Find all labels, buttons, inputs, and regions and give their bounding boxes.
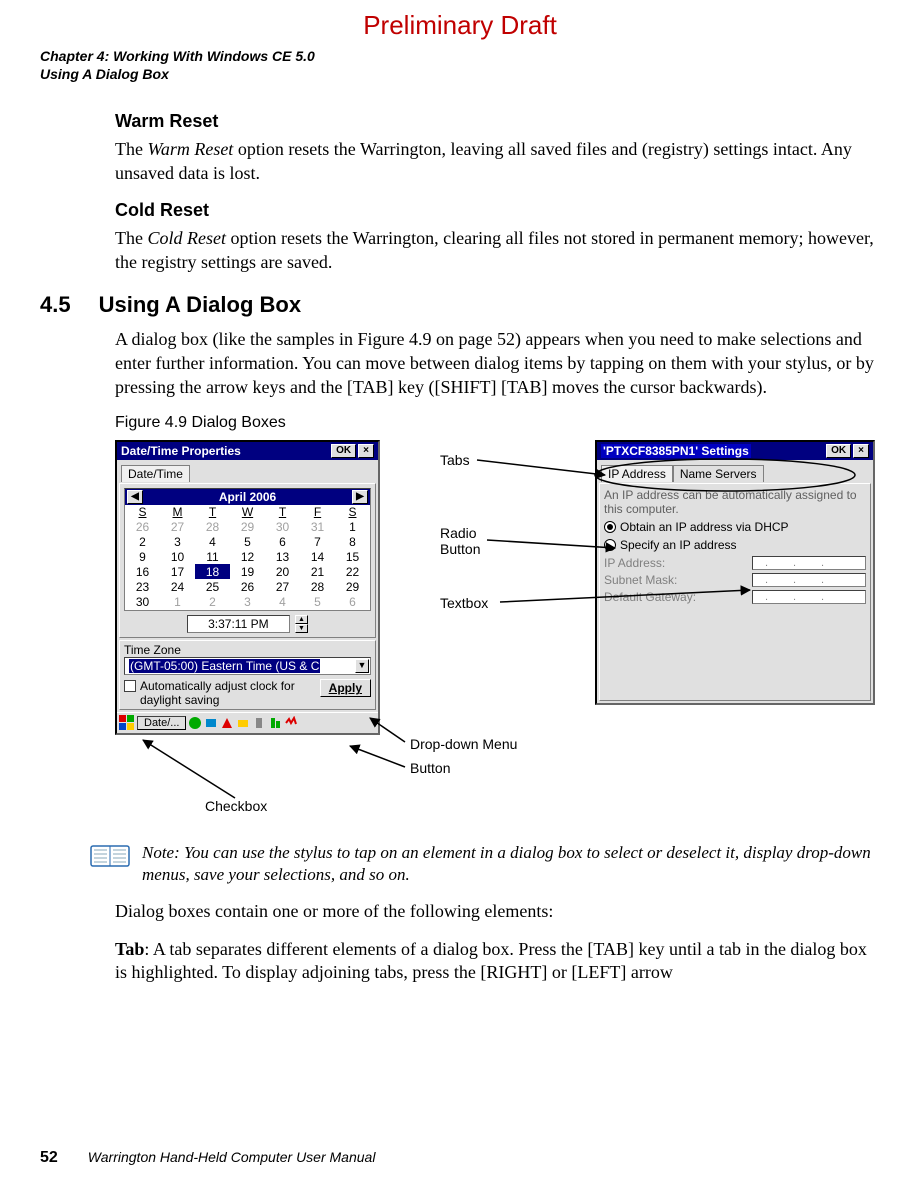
text: Note: xyxy=(142,843,184,862)
figure-4-9: Date/Time Properties OK × Date/Time ◀ Ap… xyxy=(95,440,880,830)
time-spinner[interactable]: ▲▼ xyxy=(295,615,308,633)
close-button[interactable]: × xyxy=(358,444,374,458)
ip-address-label: IP Address: xyxy=(604,556,665,570)
warm-reset-body: The Warm Reset option resets the Warring… xyxy=(115,138,880,186)
name-servers-tab[interactable]: Name Servers xyxy=(673,465,764,482)
tray-icon[interactable] xyxy=(236,716,250,730)
static-radio[interactable] xyxy=(604,539,616,551)
dst-label: Automatically adjust clock for daylight … xyxy=(140,679,316,707)
calendar-header: ◀ April 2006 ▶ xyxy=(125,489,370,505)
annot-button: Button xyxy=(410,760,450,776)
text: The xyxy=(115,139,147,159)
text: Radio Button xyxy=(440,525,480,557)
dropdown-arrow-icon[interactable]: ▼ xyxy=(355,659,369,673)
annot-dropdown: Drop-down Menu xyxy=(410,736,517,752)
tray-icon[interactable] xyxy=(268,716,282,730)
ok-button[interactable]: OK xyxy=(331,444,356,458)
prev-month-button[interactable]: ◀ xyxy=(127,490,143,504)
annot-textbox: Textbox xyxy=(440,595,488,611)
static-label: Specify an IP address xyxy=(620,538,737,552)
time-field[interactable]: 3:37:11 PM xyxy=(187,615,289,633)
datetime-tab[interactable]: Date/Time xyxy=(121,465,190,482)
section-4-5-body: A dialog box (like the samples in Figure… xyxy=(115,328,880,399)
ip-address-tab[interactable]: IP Address xyxy=(601,465,673,482)
note-block: Note: You can use the stylus to tap on a… xyxy=(90,842,880,886)
tray-icon[interactable] xyxy=(220,716,234,730)
tab-definition: Tab: A tab separates different elements … xyxy=(115,938,880,986)
titlebar[interactable]: Date/Time Properties OK × xyxy=(117,442,378,460)
text: : A tab separates different elements of … xyxy=(115,939,867,983)
timezone-panel: Time Zone (GMT-05:00) Eastern Time (US &… xyxy=(119,640,376,710)
tray-icon[interactable] xyxy=(252,716,266,730)
tray-icon[interactable] xyxy=(284,716,298,730)
titlebar[interactable]: 'PTXCF8385PN1' Settings OK × xyxy=(597,442,873,460)
start-icon[interactable] xyxy=(119,715,135,731)
datetime-panel: ◀ April 2006 ▶ SMTWTFS262728293031123456… xyxy=(119,483,376,639)
timezone-dropdown[interactable]: (GMT-05:00) Eastern Time (US & C ▼ xyxy=(124,657,371,675)
timezone-value: (GMT-05:00) Eastern Time (US & C xyxy=(129,659,320,673)
ip-settings-window: 'PTXCF8385PN1' Settings OK × IP AddressN… xyxy=(595,440,875,705)
close-button[interactable]: × xyxy=(853,444,869,458)
subnet-mask-field[interactable] xyxy=(752,573,866,587)
running-head: Chapter 4: Working With Windows CE 5.0 U… xyxy=(40,47,880,83)
dhcp-label: Obtain an IP address via DHCP xyxy=(620,520,789,534)
section-number: 4.5 xyxy=(40,292,71,318)
subnet-mask-label: Subnet Mask: xyxy=(604,573,677,587)
task-button[interactable]: Date/... xyxy=(137,716,186,730)
running-head-chapter: Chapter 4: Working With Windows CE 5.0 xyxy=(40,47,880,65)
cold-reset-heading: Cold Reset xyxy=(115,200,880,221)
window-title: Date/Time Properties xyxy=(121,444,241,458)
page-number: 52 xyxy=(40,1149,58,1167)
text: Warm Reset xyxy=(147,139,233,159)
warm-reset-heading: Warm Reset xyxy=(115,111,880,132)
apply-button[interactable]: Apply xyxy=(320,679,371,697)
dhcp-radio[interactable] xyxy=(604,521,616,533)
preliminary-draft-watermark: Preliminary Draft xyxy=(40,10,880,41)
gateway-label: Default Gateway: xyxy=(604,590,696,604)
gateway-field[interactable] xyxy=(752,590,866,604)
datetime-window: Date/Time Properties OK × Date/Time ◀ Ap… xyxy=(115,440,380,736)
cold-reset-body: The Cold Reset option resets the Warring… xyxy=(115,227,880,275)
taskbar: Date/... xyxy=(117,712,378,733)
page-footer: 52 Warrington Hand-Held Computer User Ma… xyxy=(40,1149,375,1167)
ip-panel: An IP address can be automatically assig… xyxy=(599,483,871,701)
figure-caption: Figure 4.9 Dialog Boxes xyxy=(115,414,880,432)
note-text: Note: You can use the stylus to tap on a… xyxy=(142,842,880,886)
running-head-section: Using A Dialog Box xyxy=(40,65,880,83)
annot-checkbox: Checkbox xyxy=(205,798,267,814)
text: The xyxy=(115,228,147,248)
next-month-button[interactable]: ▶ xyxy=(352,490,368,504)
annot-tabs: Tabs xyxy=(440,452,470,468)
manual-title: Warrington Hand-Held Computer User Manua… xyxy=(88,1149,376,1165)
text: option resets the Warrington, clearing a… xyxy=(115,228,874,272)
annot-radio: Radio Button xyxy=(440,525,500,557)
calendar-grid[interactable]: SMTWTFS262728293031123456789101112131415… xyxy=(125,505,370,610)
ip-desc: An IP address can be automatically assig… xyxy=(604,488,866,516)
dst-checkbox[interactable] xyxy=(124,680,136,692)
note-book-icon xyxy=(90,842,130,870)
text: Tab xyxy=(115,939,144,959)
section-4-5-head: 4.5 Using A Dialog Box xyxy=(40,292,880,318)
section-title: Using A Dialog Box xyxy=(99,292,302,318)
text: You can use the stylus to tap on an elem… xyxy=(142,843,871,884)
dialog-elements-intro: Dialog boxes contain one or more of the … xyxy=(115,900,880,924)
text: Cold Reset xyxy=(147,228,226,248)
ok-button[interactable]: OK xyxy=(826,444,851,458)
window-title: 'PTXCF8385PN1' Settings xyxy=(601,444,751,458)
tray-icon[interactable] xyxy=(204,716,218,730)
month-label: April 2006 xyxy=(219,490,276,504)
tray-icon[interactable] xyxy=(188,716,202,730)
ip-address-field[interactable] xyxy=(752,556,866,570)
timezone-label: Time Zone xyxy=(124,643,371,657)
